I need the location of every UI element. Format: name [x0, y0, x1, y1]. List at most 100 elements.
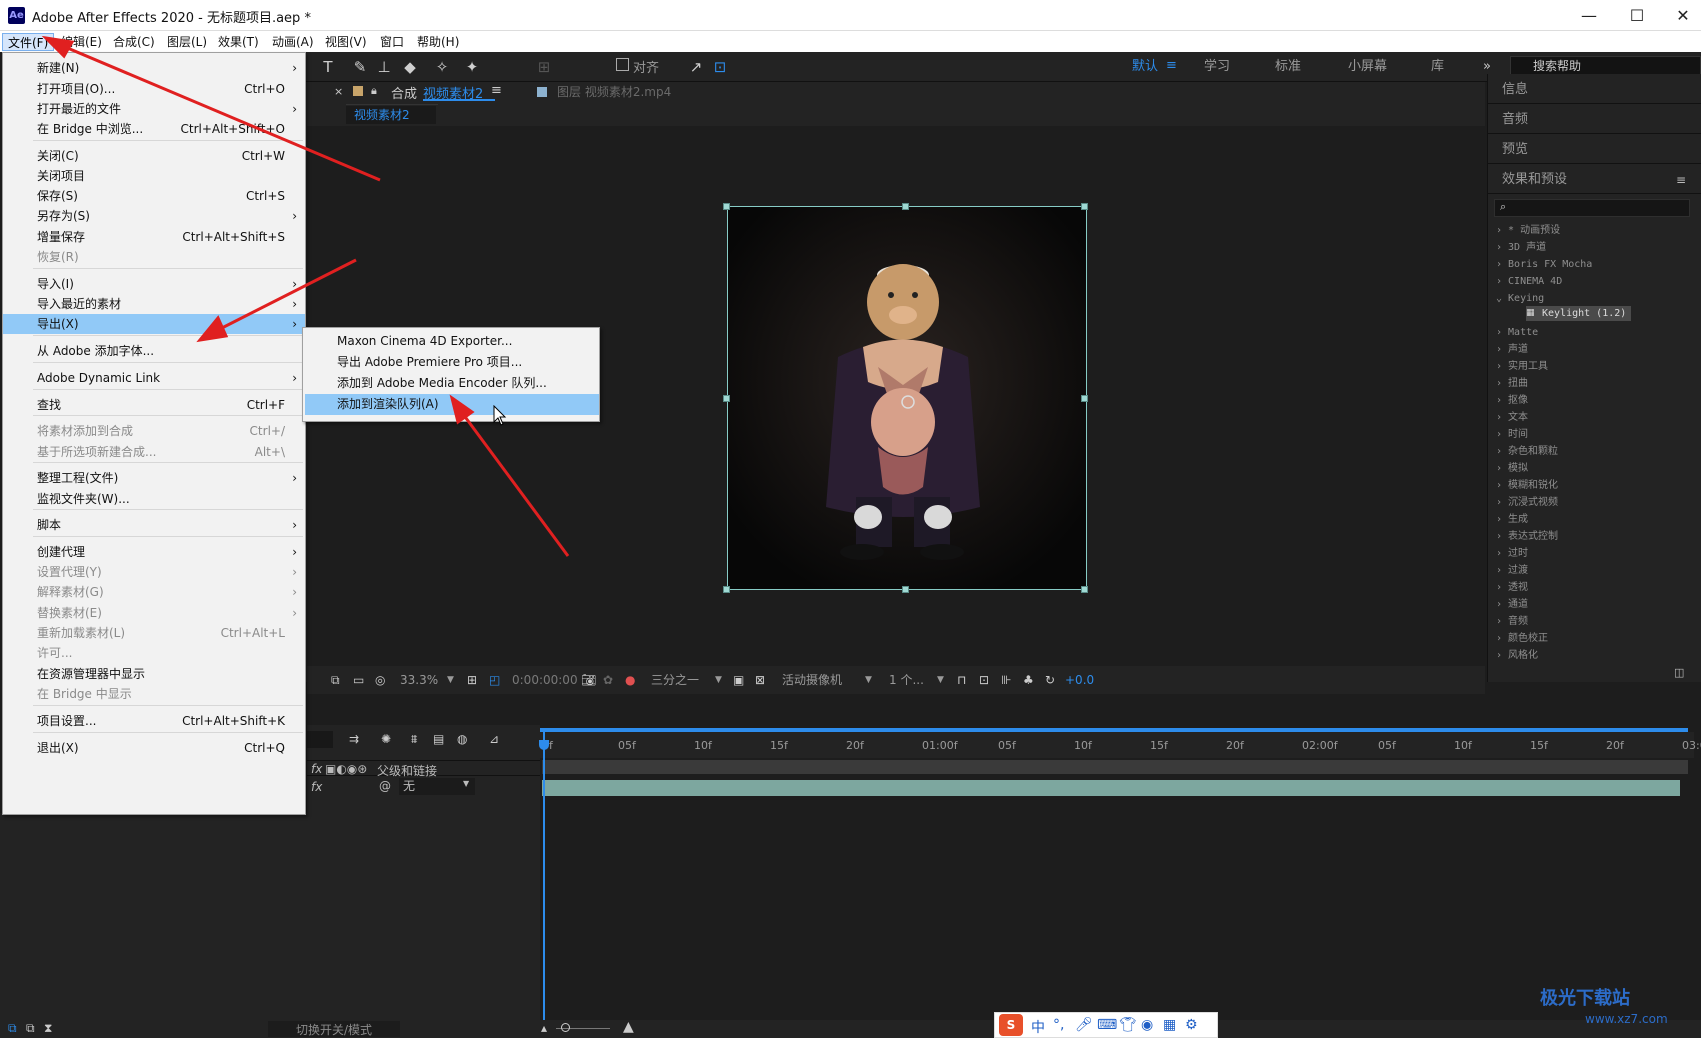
ime-toolbar[interactable]: S 中 °, 🎤︎ ⌨︎ 👕︎ ◉ ▦ ⚙︎: [994, 1012, 1218, 1038]
toggle-switches-modes-button[interactable]: 切换开关/模式: [268, 1021, 400, 1037]
align-checkbox[interactable]: [616, 58, 629, 71]
export-menu-item[interactable]: 导出 Adobe Premiere Pro 项目...: [305, 352, 599, 373]
brush-tool-icon[interactable]: ✎: [350, 57, 370, 77]
effect-category[interactable]: › 模拟: [1496, 461, 1528, 477]
motion-blur-icon[interactable]: ◍: [457, 732, 467, 746]
3d-draft-icon[interactable]: ⊡: [979, 672, 989, 688]
transform-handle-bottom[interactable]: [902, 586, 909, 593]
file-menu-item[interactable]: 监视文件夹(W)...: [3, 489, 305, 509]
file-menu-item[interactable]: 关闭(C) Ctrl+W: [3, 146, 305, 166]
layer-switches-icon[interactable]: ⧉: [26, 1021, 35, 1036]
file-menu-item[interactable]: 增量保存 Ctrl+Alt+Shift+S: [3, 227, 305, 247]
menu-window[interactable]: 窗口: [375, 33, 409, 51]
effect-category[interactable]: › 杂色和颗粒: [1496, 444, 1558, 460]
file-menu-item[interactable]: 许可...: [3, 643, 305, 663]
panel-preview[interactable]: 预览: [1487, 136, 1701, 164]
file-menu-item[interactable]: 重新加载素材(L) Ctrl+Alt+L: [3, 623, 305, 643]
layer-duration-bar[interactable]: [542, 780, 1680, 796]
toggle-pixel-aspect-icon[interactable]: ⊓: [957, 672, 966, 688]
file-menu-item[interactable]: 在 Bridge 中浏览... Ctrl+Alt+Shift+O: [3, 119, 305, 139]
file-menu-item[interactable]: 在资源管理器中显示: [3, 664, 305, 684]
resolution-select[interactable]: 三分之一: [651, 672, 699, 688]
file-menu-item[interactable]: 导入(I) ›: [3, 274, 305, 294]
zoom-out-icon[interactable]: ▴: [541, 1021, 547, 1035]
file-menu-item[interactable]: 导出(X) ›: [3, 314, 305, 334]
menu-view[interactable]: 视图(V): [320, 33, 372, 51]
file-menu-item[interactable]: 在 Bridge 中显示: [3, 684, 305, 704]
views-select[interactable]: 1 个...: [889, 672, 924, 688]
work-area-bar[interactable]: [540, 728, 1688, 732]
reset-exposure-icon[interactable]: ↻: [1045, 672, 1055, 688]
effect-category[interactable]: ⌄ Keying: [1496, 291, 1544, 307]
file-menu-item[interactable]: 导入最近的素材 ›: [3, 294, 305, 314]
file-menu-item[interactable]: 基于所选项新建合成... Alt+\: [3, 442, 305, 462]
flowchart-icon[interactable]: ♣: [1023, 672, 1034, 688]
maximize-button[interactable]: ☐: [1614, 4, 1660, 28]
effect-category[interactable]: › 抠像: [1496, 393, 1528, 409]
effect-keylight[interactable]: Keylight (1.2): [1526, 306, 1631, 321]
file-menu-item[interactable]: 创建代理 ›: [3, 542, 305, 562]
effect-category[interactable]: › 通道: [1496, 597, 1528, 613]
lock-icon[interactable]: 🔒︎: [371, 84, 377, 98]
effect-category[interactable]: › 颜色校正: [1496, 631, 1548, 647]
ime-microphone-icon[interactable]: 🎤︎: [1075, 1017, 1093, 1033]
comp-breadcrumb[interactable]: 视频素材2: [346, 106, 436, 124]
render-icon[interactable]: ⧉: [8, 1021, 17, 1036]
region-of-interest-icon[interactable]: ◰: [489, 672, 500, 688]
file-menu-item[interactable]: 将素材添加到合成 Ctrl+/: [3, 421, 305, 441]
always-preview-icon[interactable]: ⧉: [331, 672, 340, 688]
file-menu-item[interactable]: 恢复(R): [3, 247, 305, 267]
composition-flowchart-icon[interactable]: ⇉: [349, 732, 359, 746]
transform-handle-right[interactable]: [1081, 395, 1088, 402]
file-menu-item[interactable]: 新建(N) ›: [3, 58, 305, 78]
fit-icon[interactable]: ⊞: [467, 672, 477, 688]
panel-audio[interactable]: 音频: [1487, 106, 1701, 134]
graph-editor-icon[interactable]: ⊿: [489, 732, 499, 746]
menu-layer[interactable]: 图层(L): [162, 33, 212, 51]
effect-category[interactable]: › 过渡: [1496, 563, 1528, 579]
zoom-in-icon[interactable]: ▲: [623, 1019, 634, 1035]
show-snapshot-icon[interactable]: ✿: [603, 672, 613, 688]
file-menu-item[interactable]: 查找 Ctrl+F: [3, 395, 305, 415]
effect-category[interactable]: › 实用工具: [1496, 359, 1548, 375]
fast-preview-icon[interactable]: ▣: [733, 672, 744, 688]
effect-category[interactable]: › 3D 声道: [1496, 240, 1546, 256]
transform-handle-bottom-right[interactable]: [1081, 586, 1088, 593]
file-menu-item[interactable]: 退出(X) Ctrl+Q: [3, 738, 305, 758]
snapping-options-icon[interactable]: ⊡: [710, 57, 730, 77]
file-menu-item[interactable]: 设置代理(Y) ›: [3, 562, 305, 582]
timeline-search-input[interactable]: [307, 731, 333, 748]
effect-category[interactable]: › 模糊和锐化: [1496, 478, 1558, 494]
eraser-tool-icon[interactable]: ◆: [400, 57, 420, 77]
minimize-button[interactable]: —: [1566, 4, 1612, 28]
transform-handle-bottom-left[interactable]: [723, 586, 730, 593]
camera-select[interactable]: 活动摄像机: [782, 672, 842, 688]
transform-handle-top-left[interactable]: [723, 203, 730, 210]
effect-category[interactable]: › 沉浸式视频: [1496, 495, 1558, 511]
ime-keyboard-icon[interactable]: ⌨︎: [1097, 1017, 1117, 1033]
timecode-display[interactable]: 0:00:00:00: [512, 672, 578, 688]
effect-category[interactable]: › 音频: [1496, 614, 1528, 630]
frame-blending-icon[interactable]: ▤: [433, 732, 444, 746]
effect-category[interactable]: › 扭曲: [1496, 376, 1528, 392]
render-time-icon[interactable]: ⧗: [44, 1021, 52, 1036]
mask-visibility-icon[interactable]: ◎: [375, 672, 385, 688]
time-ruler[interactable]: 0f05f10f15f20f01:00f05f10f15f20f02:00f05…: [540, 732, 1701, 758]
menu-animation[interactable]: 动画(A): [267, 33, 319, 51]
file-menu-item[interactable]: 项目设置... Ctrl+Alt+Shift+K: [3, 711, 305, 731]
tab-composition[interactable]: 视频素材2: [423, 83, 495, 102]
workspace-standard[interactable]: 标准: [1275, 57, 1301, 77]
file-menu-item[interactable]: 关闭项目: [3, 166, 305, 186]
clone-stamp-tool-icon[interactable]: ⊥: [374, 57, 394, 77]
ime-mode-chinese[interactable]: 中: [1031, 1017, 1045, 1037]
workspace-menu-icon[interactable]: ≡: [1166, 56, 1177, 76]
file-menu-item[interactable]: 解释素材(G) ›: [3, 582, 305, 602]
timeline-icon[interactable]: ⊪: [1001, 672, 1011, 688]
text-tool-icon[interactable]: T: [318, 57, 338, 77]
snapshot-camera-icon[interactable]: 📷︎: [581, 672, 596, 688]
menu-file[interactable]: 文件(F): [2, 33, 55, 51]
close-tab-icon[interactable]: ×: [334, 85, 343, 98]
effect-category[interactable]: › 文本: [1496, 410, 1528, 426]
export-menu-item[interactable]: 添加到渲染队列(A): [305, 394, 599, 415]
shy-layers-icon[interactable]: ⩩: [411, 732, 417, 747]
